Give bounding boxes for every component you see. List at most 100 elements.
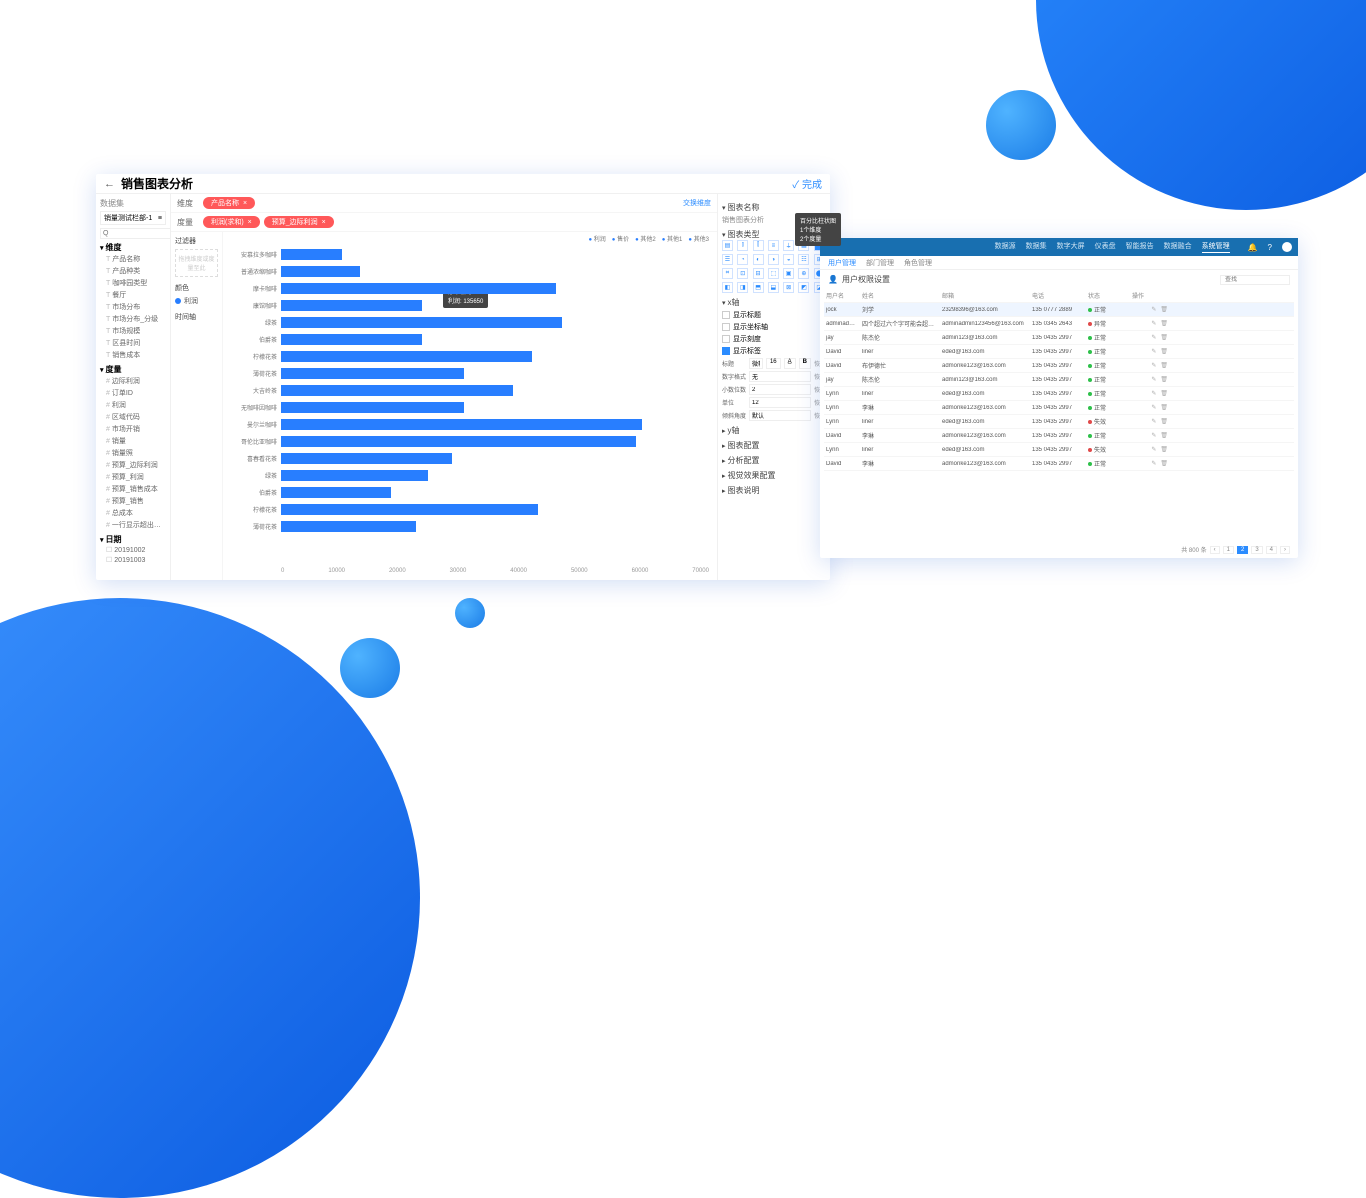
sidebar-item[interactable]: T产品名称 xyxy=(106,253,166,265)
sidebar-item[interactable]: #预算_边际利润 xyxy=(106,459,166,471)
table-row[interactable]: Lynnlinereded@163.com135 0435 2997失效✎🗑 xyxy=(824,443,1294,457)
color-item[interactable]: 利润 xyxy=(175,296,218,306)
sidebar-item[interactable]: ☐20191002 xyxy=(106,545,166,555)
edit-icon[interactable]: ✎ xyxy=(1151,404,1156,411)
sidebar-item[interactable]: T市场分布_分级 xyxy=(106,313,166,325)
chart-type-icon[interactable]: ⊕ xyxy=(798,268,809,279)
delete-icon[interactable]: 🗑 xyxy=(1160,362,1168,369)
column-header[interactable]: 姓名 xyxy=(860,291,940,300)
sidebar-item[interactable]: #销量 xyxy=(106,435,166,447)
column-header[interactable]: 电话 xyxy=(1030,291,1086,300)
table-row[interactable]: Lynnlinereded@163.com135 0435 2997失效✎🗑 xyxy=(824,415,1294,429)
sidebar-item[interactable]: T市场分布 xyxy=(106,301,166,313)
bar[interactable] xyxy=(281,487,391,498)
bar[interactable] xyxy=(281,453,452,464)
nav-link[interactable]: 智能报告 xyxy=(1126,241,1154,253)
legend-item[interactable]: 利润 xyxy=(588,234,605,243)
bar[interactable] xyxy=(281,334,422,345)
chart-type-icon[interactable]: ⬚ xyxy=(768,268,779,279)
unit-input[interactable] xyxy=(749,397,811,408)
checkbox[interactable] xyxy=(722,311,730,319)
back-button[interactable]: ← xyxy=(104,178,115,190)
underline-button[interactable]: A̲ xyxy=(784,358,796,369)
chart-type-icon[interactable]: ◨ xyxy=(737,282,748,293)
config-group[interactable]: 分析配置 xyxy=(722,455,826,466)
chart-type-icon[interactable]: ◔ xyxy=(737,254,748,265)
avatar[interactable] xyxy=(1282,242,1292,252)
bar[interactable] xyxy=(281,317,562,328)
sidebar-item[interactable]: #利润 xyxy=(106,399,166,411)
delete-icon[interactable]: 🗑 xyxy=(1160,418,1168,425)
delete-icon[interactable]: 🗑 xyxy=(1160,376,1168,383)
table-row[interactable]: jay陈杰伦admin123@163.com135 0435 2997正常✎🗑 xyxy=(824,331,1294,345)
table-row[interactable]: jay陈杰伦admin123@163.com135 0435 2997正常✎🗑 xyxy=(824,373,1294,387)
checkbox[interactable] xyxy=(722,335,730,343)
chart-type-icon[interactable]: ⬓ xyxy=(768,282,779,293)
column-header[interactable]: 用户名 xyxy=(824,291,860,300)
nav-link[interactable]: 数据融合 xyxy=(1164,241,1192,253)
nav-link[interactable]: 数字大屏 xyxy=(1057,241,1085,253)
sidebar-item[interactable]: T销售成本 xyxy=(106,349,166,361)
x-axis-header[interactable]: x轴 xyxy=(722,297,826,308)
delete-icon[interactable]: 🗑 xyxy=(1160,348,1168,355)
bell-icon[interactable]: 🔔 xyxy=(1248,243,1258,252)
page-button[interactable]: 3 xyxy=(1251,546,1262,554)
dim-pill[interactable]: 产品名称× xyxy=(203,197,255,209)
config-group[interactable]: 图表配置 xyxy=(722,440,826,451)
legend-item[interactable]: 售价 xyxy=(612,234,629,243)
rotation-input[interactable] xyxy=(749,410,811,421)
edit-icon[interactable]: ✎ xyxy=(1151,320,1156,327)
edit-icon[interactable]: ✎ xyxy=(1151,418,1156,425)
bar[interactable] xyxy=(281,470,428,481)
nav-link[interactable]: 数据集 xyxy=(1026,241,1047,253)
chart-type-icon[interactable]: ◒ xyxy=(783,254,794,265)
checkbox[interactable] xyxy=(722,323,730,331)
sidebar-item[interactable]: #订单ID xyxy=(106,387,166,399)
chart-type-icon[interactable]: ▤ xyxy=(722,240,733,251)
edit-icon[interactable]: ✎ xyxy=(1151,432,1156,439)
legend-item[interactable]: 其他2 xyxy=(635,234,656,243)
chart-type-icon[interactable]: ◑ xyxy=(768,254,779,265)
config-group[interactable]: 视觉效果配置 xyxy=(722,470,826,481)
page-button[interactable]: › xyxy=(1280,546,1290,554)
sidebar-item[interactable]: #区域代码 xyxy=(106,411,166,423)
chart-type-icon[interactable]: ⏚ xyxy=(783,240,794,251)
table-row[interactable]: Lynnlinereded@163.com135 0435 2997正常✎🗑 xyxy=(824,387,1294,401)
switch-button[interactable]: 交换维度 xyxy=(683,198,711,208)
sidebar-item[interactable]: #预算_销售 xyxy=(106,495,166,507)
title-font-input[interactable] xyxy=(749,358,763,369)
delete-icon[interactable]: 🗑 xyxy=(1160,460,1168,467)
edit-icon[interactable]: ✎ xyxy=(1151,376,1156,383)
nav-link[interactable]: 数据源 xyxy=(995,241,1016,253)
sidebar-item[interactable]: #市场开销 xyxy=(106,423,166,435)
table-row[interactable]: David李琳admonke123@163.com135 0435 2997正常… xyxy=(824,457,1294,471)
remove-icon[interactable]: × xyxy=(243,200,247,207)
bar[interactable] xyxy=(281,368,464,379)
edit-icon[interactable]: ✎ xyxy=(1151,446,1156,453)
sidebar-item[interactable]: #预算_利润 xyxy=(106,471,166,483)
sidebar-item[interactable]: #一行显示超出… xyxy=(106,519,166,531)
delete-icon[interactable]: 🗑 xyxy=(1160,390,1168,397)
sidebar-item[interactable]: #边际利润 xyxy=(106,375,166,387)
chart-type-icon[interactable]: ☰ xyxy=(722,254,733,265)
dimensions-header[interactable]: 维度 xyxy=(100,242,166,253)
page-button[interactable]: 4 xyxy=(1266,546,1277,554)
chart-type-icon[interactable]: ◐ xyxy=(753,254,764,265)
font-size-input[interactable]: 16 xyxy=(766,358,781,369)
bar[interactable] xyxy=(281,385,513,396)
sidebar-item[interactable]: T产品种类 xyxy=(106,265,166,277)
chart-type-icon[interactable]: ◧ xyxy=(722,282,733,293)
chart-type-icon[interactable]: ⫿ xyxy=(753,240,764,251)
column-header[interactable]: 操作 xyxy=(1130,291,1170,300)
table-row[interactable]: Lynn李琳admonke123@163.com135 0435 2997正常✎… xyxy=(824,401,1294,415)
table-row[interactable]: jock刘学23298396@163.com135 0777 2889正常✎🗑 xyxy=(824,303,1294,317)
config-group[interactable]: 图表说明 xyxy=(722,485,826,496)
legend-item[interactable]: 其他1 xyxy=(662,234,683,243)
sidebar-item[interactable]: T咖啡园类型 xyxy=(106,277,166,289)
column-header[interactable]: 邮箱 xyxy=(940,291,1030,300)
measures-header[interactable]: 度量 xyxy=(100,364,166,375)
bar[interactable] xyxy=(281,402,464,413)
sidebar-item[interactable]: T餐厅 xyxy=(106,289,166,301)
sidebar-item[interactable]: T区县时间 xyxy=(106,337,166,349)
bold-button[interactable]: B xyxy=(799,358,811,369)
